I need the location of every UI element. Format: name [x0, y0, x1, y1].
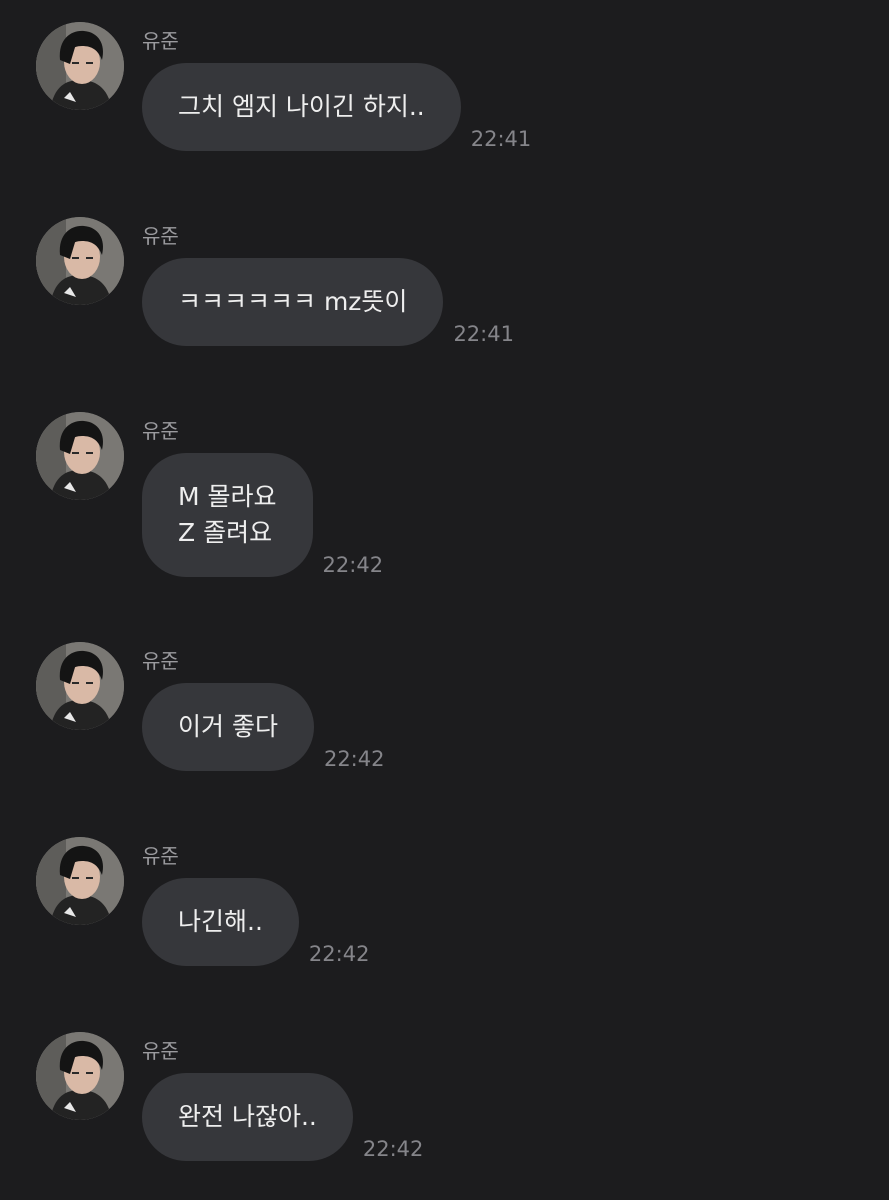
- sender-name: 유준: [142, 29, 179, 53]
- sender-name: 유준: [142, 419, 179, 443]
- message-bubble[interactable]: M 몰라요 Z 졸려요: [142, 453, 313, 577]
- profile-photo-icon: [36, 22, 124, 110]
- message-text: 그치 엠지 나이긴 하지..: [178, 92, 425, 121]
- message-bubble[interactable]: ㅋㅋㅋㅋㅋㅋ mz뜻이: [142, 258, 444, 346]
- sender-avatar[interactable]: [36, 217, 124, 305]
- message-bubble[interactable]: 완전 나잖아..: [142, 1073, 353, 1161]
- message-row: M 몰라요 Z 졸려요 22:42: [142, 453, 383, 577]
- chat-thread: 유준 그치 엠지 나이긴 하지.. 22:41 유준 ㅋㅋㅋㅋㅋㅋ mz뜻이 2…: [0, 0, 889, 1200]
- message-time: 22:41: [453, 322, 514, 346]
- sender-name: 유준: [142, 649, 179, 673]
- sender-avatar[interactable]: [36, 22, 124, 110]
- message-row: 그치 엠지 나이긴 하지.. 22:41: [142, 63, 531, 151]
- message-time: 22:42: [323, 747, 385, 771]
- sender-avatar[interactable]: [36, 837, 124, 925]
- message-text: ㅋㅋㅋㅋㅋㅋ mz뜻이: [178, 287, 408, 316]
- profile-photo-icon: [36, 1032, 124, 1120]
- message-time: 22:42: [322, 553, 384, 577]
- sender-avatar[interactable]: [36, 412, 124, 500]
- sender-name: 유준: [142, 844, 179, 868]
- message-row: 나긴해.. 22:42: [142, 878, 369, 966]
- profile-photo-icon: [36, 217, 124, 305]
- message-row: ㅋㅋㅋㅋㅋㅋ mz뜻이 22:41: [142, 258, 514, 346]
- profile-photo-icon: [36, 642, 124, 730]
- profile-photo-icon: [36, 412, 124, 500]
- sender-name: 유준: [142, 224, 179, 248]
- message-text: 이거 좋다: [178, 712, 278, 741]
- sender-avatar[interactable]: [36, 1032, 124, 1120]
- message-text-line-2: Z 졸려요: [178, 518, 273, 547]
- profile-photo-icon: [36, 837, 124, 925]
- sender-name: 유준: [142, 1039, 179, 1063]
- message-time: 22:42: [308, 942, 370, 966]
- sender-avatar[interactable]: [36, 642, 124, 730]
- message-row: 이거 좋다 22:42: [142, 683, 384, 771]
- message-text: 완전 나잖아..: [178, 1102, 317, 1131]
- message-bubble[interactable]: 이거 좋다: [142, 683, 314, 771]
- message-row: 완전 나잖아.. 22:42: [142, 1073, 423, 1161]
- message-text: 나긴해..: [178, 907, 263, 936]
- message-bubble[interactable]: 나긴해..: [142, 878, 299, 966]
- message-bubble[interactable]: 그치 엠지 나이긴 하지..: [142, 63, 461, 151]
- message-time: 22:41: [470, 127, 532, 151]
- message-text-line-1: M 몰라요: [178, 482, 277, 511]
- message-time: 22:42: [362, 1137, 424, 1161]
